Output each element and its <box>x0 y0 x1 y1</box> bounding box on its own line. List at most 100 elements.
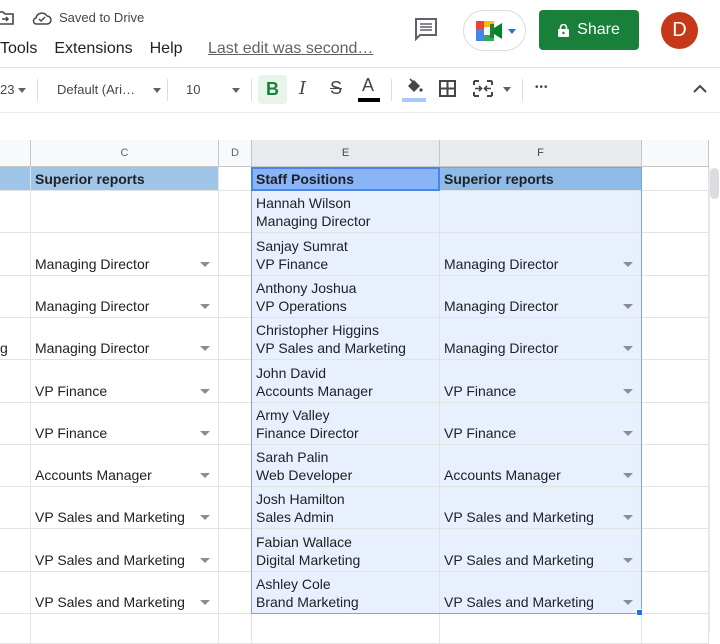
dropdown-arrow-icon[interactable] <box>623 304 633 309</box>
menu-extensions[interactable]: Extensions <box>54 40 132 58</box>
cell-f[interactable] <box>440 614 642 644</box>
cell-c[interactable] <box>31 614 219 644</box>
cell-c[interactable]: VP Finance <box>31 403 219 445</box>
borders-icon[interactable] <box>439 80 456 97</box>
fill-handle[interactable] <box>636 609 643 616</box>
cell-g[interactable] <box>642 445 709 487</box>
column-header-f[interactable]: F <box>440 140 642 167</box>
last-edit-link[interactable]: Last edit was second… <box>208 40 373 58</box>
cell-d[interactable] <box>219 403 252 445</box>
cell-e[interactable]: Ashley Cole Brand Marketing <box>252 572 440 614</box>
cell-c[interactable]: VP Sales and Marketing <box>31 487 219 529</box>
cell-f[interactable]: VP Sales and Marketing <box>440 529 642 572</box>
cell-f[interactable]: VP Sales and Marketing <box>440 487 642 529</box>
dropdown-arrow-icon[interactable] <box>623 431 633 436</box>
header-cell-e[interactable]: Staff Positions <box>252 167 440 191</box>
cell-e[interactable]: Christopher Higgins VP Sales and Marketin… <box>252 318 440 360</box>
more-options-button[interactable]: ••• <box>535 82 549 93</box>
cell-b[interactable] <box>0 487 31 529</box>
dropdown-arrow-icon[interactable] <box>200 262 210 267</box>
cell-d[interactable] <box>219 529 252 572</box>
cell-c[interactable]: VP Sales and Marketing <box>31 572 219 614</box>
cell-e[interactable]: Fabian Wallace Digital Marketing <box>252 529 440 572</box>
cell-c[interactable] <box>31 191 219 233</box>
dropdown-arrow-icon[interactable] <box>200 346 210 351</box>
header-cell-b[interactable] <box>0 167 31 191</box>
cell-c[interactable]: VP Sales and Marketing <box>31 529 219 572</box>
text-color-button[interactable]: A <box>357 74 381 104</box>
header-cell-f[interactable]: Superior reports <box>440 167 642 191</box>
dropdown-arrow-icon[interactable] <box>200 431 210 436</box>
dropdown-arrow-icon[interactable] <box>623 600 633 605</box>
cell-b[interactable] <box>0 529 31 572</box>
cell-f[interactable] <box>440 191 642 233</box>
cell-e[interactable]: Hannah Wilson Managing Director <box>252 191 440 233</box>
dropdown-arrow-icon[interactable] <box>623 346 633 351</box>
cell-b[interactable] <box>0 572 31 614</box>
cell-c[interactable]: Accounts Manager <box>31 445 219 487</box>
cell-g[interactable] <box>642 318 709 360</box>
cell-e[interactable] <box>252 614 440 644</box>
cell-e[interactable]: Sarah Palin Web Developer <box>252 445 440 487</box>
dropdown-arrow-icon[interactable] <box>200 304 210 309</box>
cell-b[interactable] <box>0 360 31 403</box>
menu-help[interactable]: Help <box>150 40 183 58</box>
cell-d[interactable] <box>219 276 252 318</box>
header-cell-d[interactable] <box>219 167 252 191</box>
cell-d[interactable] <box>219 614 252 644</box>
dropdown-arrow-icon[interactable] <box>200 389 210 394</box>
cell-c[interactable]: VP Finance <box>31 360 219 403</box>
collapse-toolbar-icon[interactable] <box>693 84 707 94</box>
number-format-dropdown[interactable]: 23 <box>0 82 27 97</box>
header-cell-c[interactable]: Superior reports <box>31 167 219 191</box>
dropdown-arrow-icon[interactable] <box>623 558 633 563</box>
cell-f[interactable]: Managing Director <box>440 233 642 276</box>
cell-e[interactable]: Army Valley Finance Director <box>252 403 440 445</box>
cell-c[interactable]: Managing Director <box>31 276 219 318</box>
cell-g[interactable] <box>642 191 709 233</box>
share-button[interactable]: Share <box>539 10 639 50</box>
column-header-g[interactable] <box>642 140 709 167</box>
comment-history-icon[interactable] <box>414 17 438 41</box>
cell-f[interactable]: VP Finance <box>440 403 642 445</box>
cell-d[interactable] <box>219 360 252 403</box>
dropdown-arrow-icon[interactable] <box>200 515 210 520</box>
cell-e[interactable]: Sanjay Sumrat VP Finance <box>252 233 440 276</box>
cell-b[interactable] <box>0 403 31 445</box>
cell-f[interactable]: Accounts Manager <box>440 445 642 487</box>
cell-d[interactable] <box>219 487 252 529</box>
cell-d[interactable] <box>219 572 252 614</box>
merge-cells-icon[interactable] <box>473 80 493 97</box>
cell-g[interactable] <box>642 233 709 276</box>
strikethrough-button[interactable]: S <box>330 78 342 99</box>
cell-f[interactable]: Managing Director <box>440 318 642 360</box>
cell-e[interactable]: Josh Hamilton Sales Admin <box>252 487 440 529</box>
cell-f[interactable]: VP Finance <box>440 360 642 403</box>
menu-tools[interactable]: Tools <box>0 40 37 58</box>
cell-g[interactable] <box>642 614 709 644</box>
move-to-folder-icon[interactable] <box>0 11 14 25</box>
cell-g[interactable] <box>642 276 709 318</box>
cell-b[interactable] <box>0 276 31 318</box>
formula-bar[interactable] <box>0 112 720 140</box>
dropdown-arrow-icon[interactable] <box>623 262 633 267</box>
cell-g[interactable] <box>642 487 709 529</box>
cell-g[interactable] <box>642 572 709 614</box>
dropdown-arrow-icon[interactable] <box>200 600 210 605</box>
dropdown-arrow-icon[interactable] <box>200 473 210 478</box>
italic-button[interactable]: I <box>299 78 306 99</box>
vertical-scrollbar-thumb[interactable] <box>710 168 719 199</box>
cell-b[interactable] <box>0 614 31 644</box>
dropdown-arrow-icon[interactable] <box>623 389 633 394</box>
cell-d[interactable] <box>219 191 252 233</box>
cell-g[interactable] <box>642 403 709 445</box>
column-header-b[interactable] <box>0 140 31 167</box>
vertical-scrollbar[interactable] <box>709 167 720 633</box>
column-header-d[interactable]: D <box>219 140 252 167</box>
merge-dropdown-icon[interactable] <box>503 87 511 92</box>
dropdown-arrow-icon[interactable] <box>623 515 633 520</box>
cell-b[interactable] <box>0 191 31 233</box>
cell-e[interactable]: Anthony Joshua VP Operations <box>252 276 440 318</box>
meet-button[interactable] <box>463 10 526 51</box>
column-header-c[interactable]: C <box>31 140 219 167</box>
